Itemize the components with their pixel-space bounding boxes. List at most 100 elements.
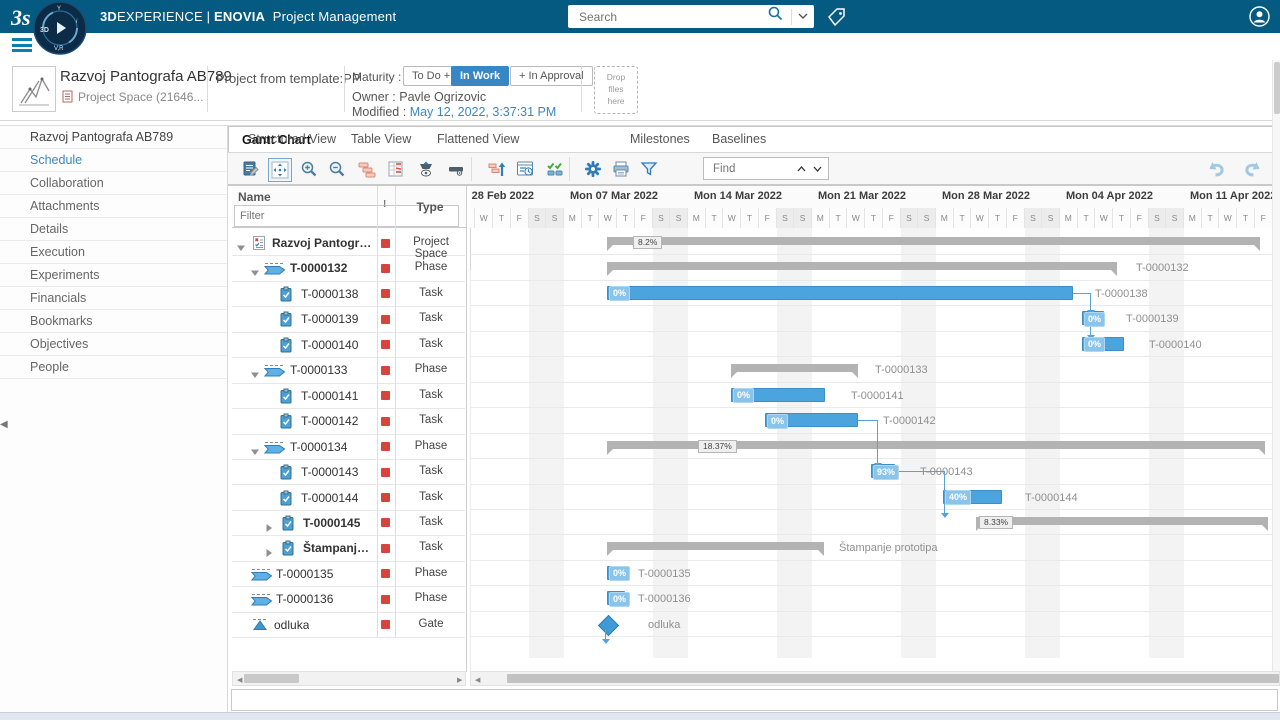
tab-table-view[interactable]: Table View bbox=[351, 132, 411, 146]
row-name[interactable]: T-0000132 bbox=[290, 261, 347, 275]
maturity-state-inwork[interactable]: In Work bbox=[451, 66, 509, 86]
row-expander-right-icon[interactable] bbox=[265, 519, 273, 537]
sidebar-item-financials[interactable]: Financials bbox=[0, 287, 227, 310]
scroll-left-icon[interactable]: ◀ bbox=[237, 676, 242, 684]
sidebar-item-schedule[interactable]: Schedule bbox=[0, 149, 227, 172]
table-hscroll-thumb[interactable] bbox=[244, 674, 299, 683]
find-input[interactable] bbox=[711, 162, 793, 176]
row-name[interactable]: T-0000136 bbox=[276, 592, 333, 606]
zoom-out-icon[interactable] bbox=[326, 158, 348, 180]
table-row[interactable]: T-0000145Task bbox=[232, 510, 465, 536]
sidebar-item-people[interactable]: People bbox=[0, 356, 227, 379]
page-vscroll-thumb[interactable] bbox=[1274, 62, 1280, 114]
panel-splitter[interactable] bbox=[466, 186, 467, 672]
drop-files-zone[interactable]: Dropfileshere bbox=[594, 66, 638, 114]
row-name[interactable]: Razvoj Pantografa AB789 bbox=[272, 236, 375, 250]
row-name[interactable]: T-0000145 bbox=[303, 516, 360, 530]
sidebar-item-experiments[interactable]: Experiments bbox=[0, 264, 227, 287]
edit-properties-icon[interactable] bbox=[240, 158, 262, 180]
show-dependencies-icon[interactable] bbox=[356, 158, 378, 180]
table-row[interactable]: T-0000138Task bbox=[232, 281, 465, 307]
row-name[interactable]: T-0000142 bbox=[301, 414, 358, 428]
hamburger-menu-icon[interactable] bbox=[12, 38, 32, 54]
zoom-in-icon[interactable] bbox=[298, 158, 320, 180]
row-name[interactable]: T-0000140 bbox=[301, 338, 358, 352]
sidebar-item-objectives[interactable]: Objectives bbox=[0, 333, 227, 356]
table-row[interactable]: T-0000136Phase bbox=[232, 586, 465, 612]
sidebar-item-attachments[interactable]: Attachments bbox=[0, 195, 227, 218]
row-expander-right-icon[interactable] bbox=[265, 544, 273, 562]
tab-structured-view[interactable]: Structured View bbox=[248, 132, 336, 146]
sidebar-item-razvoj-pantografa-ab789[interactable]: Razvoj Pantografa AB789 bbox=[0, 126, 227, 149]
gantt-summary-bar[interactable] bbox=[607, 262, 1117, 270]
gantt-summary-bar[interactable] bbox=[607, 237, 1260, 245]
gantt-summary-bar[interactable] bbox=[607, 542, 824, 550]
row-name[interactable]: odluka bbox=[274, 618, 309, 632]
table-row[interactable]: T-0000135Phase bbox=[232, 561, 465, 587]
search-icon[interactable] bbox=[767, 5, 791, 28]
row-expander-down-icon[interactable] bbox=[237, 239, 245, 257]
table-row[interactable]: T-0000144Task bbox=[232, 485, 465, 511]
flatten-view-icon[interactable] bbox=[445, 158, 467, 180]
tab-milestones[interactable]: Milestones bbox=[630, 132, 690, 146]
table-row[interactable]: T-0000142Task bbox=[232, 408, 465, 434]
row-name[interactable]: T-0000134 bbox=[290, 440, 347, 454]
publish-view-icon[interactable] bbox=[415, 158, 437, 180]
find-previous-icon[interactable] bbox=[793, 161, 809, 177]
settings-gear-icon[interactable] bbox=[582, 158, 604, 180]
sidebar-item-bookmarks[interactable]: Bookmarks bbox=[0, 310, 227, 333]
gantt-task-bar[interactable] bbox=[607, 286, 1073, 300]
scroll-left-icon[interactable]: ◀ bbox=[475, 676, 480, 684]
critical-path-icon[interactable] bbox=[385, 158, 407, 180]
compass-3dexperience-icon[interactable]: 3D V,R Y i bbox=[33, 1, 87, 55]
tab-flattened-view[interactable]: Flattened View bbox=[437, 132, 519, 146]
undo-icon[interactable] bbox=[1205, 158, 1227, 180]
fit-to-window-icon[interactable] bbox=[268, 158, 292, 182]
table-row[interactable]: T-0000134Phase bbox=[232, 434, 465, 460]
tab-baselines[interactable]: Baselines bbox=[712, 132, 766, 146]
row-name[interactable]: T-0000141 bbox=[301, 389, 358, 403]
collapse-panel-arrow-icon[interactable]: ◀ bbox=[0, 417, 9, 433]
row-name[interactable]: T-0000138 bbox=[301, 287, 358, 301]
table-row[interactable]: T-0000140Task bbox=[232, 332, 465, 358]
search-input[interactable] bbox=[577, 9, 767, 25]
row-expander-down-icon[interactable] bbox=[251, 264, 259, 282]
type-column-header[interactable]: Type bbox=[395, 186, 465, 228]
row-name[interactable]: T-0000139 bbox=[301, 312, 358, 326]
find-next-icon[interactable] bbox=[809, 161, 825, 177]
scroll-right-icon[interactable]: ▶ bbox=[457, 676, 462, 684]
row-name[interactable]: T-0000133 bbox=[290, 363, 347, 377]
name-column-header[interactable]: Name bbox=[238, 190, 271, 204]
sidebar-item-collaboration[interactable]: Collaboration bbox=[0, 172, 227, 195]
row-expander-down-icon[interactable] bbox=[251, 443, 259, 461]
row-name[interactable]: T-0000135 bbox=[276, 567, 333, 581]
scheduling-options-icon[interactable] bbox=[514, 158, 536, 180]
redo-icon[interactable] bbox=[1242, 158, 1264, 180]
table-row[interactable]: T-0000132Phase bbox=[232, 255, 465, 281]
reschedule-icon[interactable] bbox=[486, 158, 508, 180]
project-thumbnail[interactable] bbox=[12, 66, 56, 112]
search-scope-chevron-icon[interactable] bbox=[792, 9, 814, 25]
validate-tasks-icon[interactable] bbox=[544, 158, 566, 180]
print-icon[interactable] bbox=[610, 158, 632, 180]
table-row[interactable]: T-0000139Task bbox=[232, 306, 465, 332]
table-row[interactable]: T-0000143Task bbox=[232, 459, 465, 485]
gantt-summary-bar[interactable] bbox=[976, 517, 1268, 525]
table-row[interactable]: Razvoj Pantografa AB789Project Space bbox=[232, 230, 465, 256]
table-row[interactable]: T-0000141Task bbox=[232, 383, 465, 409]
milestone-diamond[interactable] bbox=[597, 615, 618, 636]
table-row[interactable]: odlukaGate bbox=[232, 612, 465, 638]
row-name[interactable]: Štampanje prototipa bbox=[303, 541, 375, 555]
row-name[interactable]: T-0000144 bbox=[301, 491, 358, 505]
sidebar-item-details[interactable]: Details bbox=[0, 218, 227, 241]
gantt-hscroll-thumb[interactable] bbox=[507, 674, 1279, 683]
table-row[interactable]: Štampanje prototipaTask bbox=[232, 535, 465, 561]
sidebar-item-execution[interactable]: Execution bbox=[0, 241, 227, 264]
gantt-summary-bar[interactable] bbox=[731, 364, 858, 372]
filter-icon[interactable] bbox=[638, 158, 660, 180]
user-profile-icon[interactable] bbox=[1249, 6, 1270, 32]
row-expander-down-icon[interactable] bbox=[251, 366, 259, 384]
warning-column-header[interactable]: ! bbox=[383, 199, 386, 210]
tag-icon[interactable] bbox=[827, 7, 847, 32]
table-row[interactable]: T-0000133Phase bbox=[232, 357, 465, 383]
